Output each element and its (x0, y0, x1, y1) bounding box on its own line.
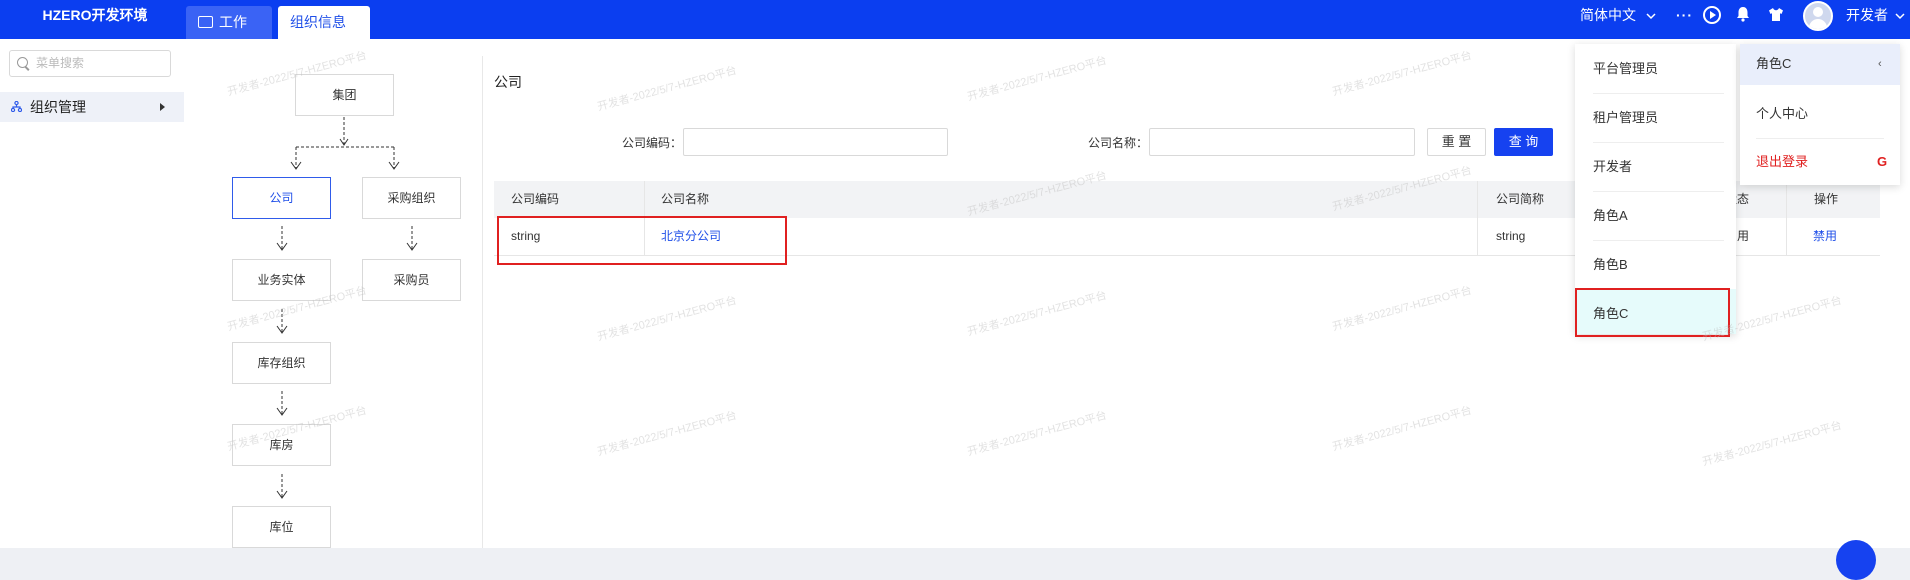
tree-node-purchase-org[interactable]: 采购组织 (362, 177, 461, 219)
user-menu-trigger[interactable]: 开发者 (1846, 0, 1905, 30)
current-role-label: 角色C (1756, 56, 1792, 71)
more-icon[interactable]: ··· (1676, 0, 1693, 30)
current-role-item[interactable]: 角色C ‹ (1740, 44, 1900, 85)
user-dropdown: 角色C ‹ 个人中心 退出登录 G (1740, 44, 1900, 185)
chevron-left-icon: ‹ (1878, 58, 1882, 70)
company-name-label: 公司名称： (1088, 136, 1149, 150)
column-divider (644, 181, 645, 218)
column-divider (1786, 181, 1787, 218)
divider (482, 56, 483, 548)
query-button[interactable]: 查 询 (1494, 128, 1553, 156)
reset-button[interactable]: 重 置 (1427, 128, 1486, 156)
role-item[interactable]: 角色B (1593, 240, 1724, 290)
app-title: HZERO开发环境 (42, 7, 148, 23)
column-divider (1477, 181, 1478, 218)
caret-right-icon (160, 103, 165, 111)
tree-node-business-entity[interactable]: 业务实体 (232, 259, 331, 301)
role-item[interactable]: 角色A (1593, 191, 1724, 241)
top-bar: HZERO开发环境 工作台 组织信息× 简体中文 ··· 开发者 (0, 0, 1910, 62)
theme-shirt-icon[interactable] (1768, 7, 1784, 22)
org-tree-icon (11, 101, 22, 112)
logout-item[interactable]: 退出登录 G (1756, 137, 1888, 186)
column-divider (1786, 218, 1787, 255)
tree-node-company[interactable]: 公司 (232, 177, 331, 219)
language-selector[interactable]: 简体中文 (1580, 0, 1656, 30)
sidebar-item-label: 组织管理 (30, 99, 86, 115)
tree-node-location[interactable]: 库位 (232, 506, 331, 548)
chevron-down-icon (1895, 13, 1905, 20)
tree-node-group[interactable]: 集团 (295, 74, 394, 116)
company-code-label: 公司编码： (622, 136, 683, 150)
col-short-name: 公司简称 (1496, 192, 1545, 206)
sidebar: 菜单搜索 组织管理 (0, 39, 184, 548)
tree-node-inventory-org[interactable]: 库存组织 (232, 342, 331, 384)
language-label: 简体中文 (1580, 7, 1636, 23)
avatar[interactable] (1803, 1, 1833, 31)
role-item[interactable]: 平台管理员 (1593, 44, 1724, 94)
company-code-input[interactable] (683, 128, 948, 156)
disable-link[interactable]: 禁用 (1813, 218, 1837, 255)
tab-workbench[interactable]: 工作台 (186, 6, 272, 62)
cell-short-name: string (1496, 229, 1526, 243)
monitor-icon (198, 16, 213, 28)
tree-node-warehouse[interactable]: 库房 (232, 424, 331, 466)
chevron-down-icon (1646, 13, 1656, 20)
column-divider (1477, 218, 1478, 255)
logout-label: 退出登录 (1756, 154, 1809, 169)
sidebar-item-org-management[interactable]: 组织管理 (0, 92, 184, 122)
role-item[interactable]: 开发者 (1593, 142, 1724, 192)
search-icon (17, 57, 28, 68)
tab-org-info[interactable]: 组织信息× (278, 6, 370, 62)
menu-search-placeholder: 菜单搜索 (36, 56, 85, 70)
company-name-input[interactable] (1149, 128, 1415, 156)
role-item[interactable]: 租户管理员 (1593, 93, 1724, 143)
logout-icon: G (1877, 154, 1888, 169)
tree-node-purchaser[interactable]: 采购员 (362, 259, 461, 301)
profile-item[interactable]: 个人中心 (1756, 89, 1884, 139)
section-title: 公司 (494, 74, 522, 90)
highlight-box (1575, 288, 1730, 337)
play-icon[interactable] (1703, 6, 1721, 24)
col-company-code: 公司编码 (511, 192, 560, 206)
bell-icon[interactable] (1735, 6, 1751, 22)
highlight-box (497, 216, 787, 265)
col-action: 操作 (1814, 192, 1839, 206)
col-company-name: 公司名称 (661, 192, 710, 206)
floating-action-button[interactable] (1836, 540, 1876, 580)
menu-search-input[interactable]: 菜单搜索 (9, 50, 171, 77)
username: 开发者 (1846, 7, 1888, 23)
tab-org-info-label: 组织信息 (290, 14, 346, 30)
